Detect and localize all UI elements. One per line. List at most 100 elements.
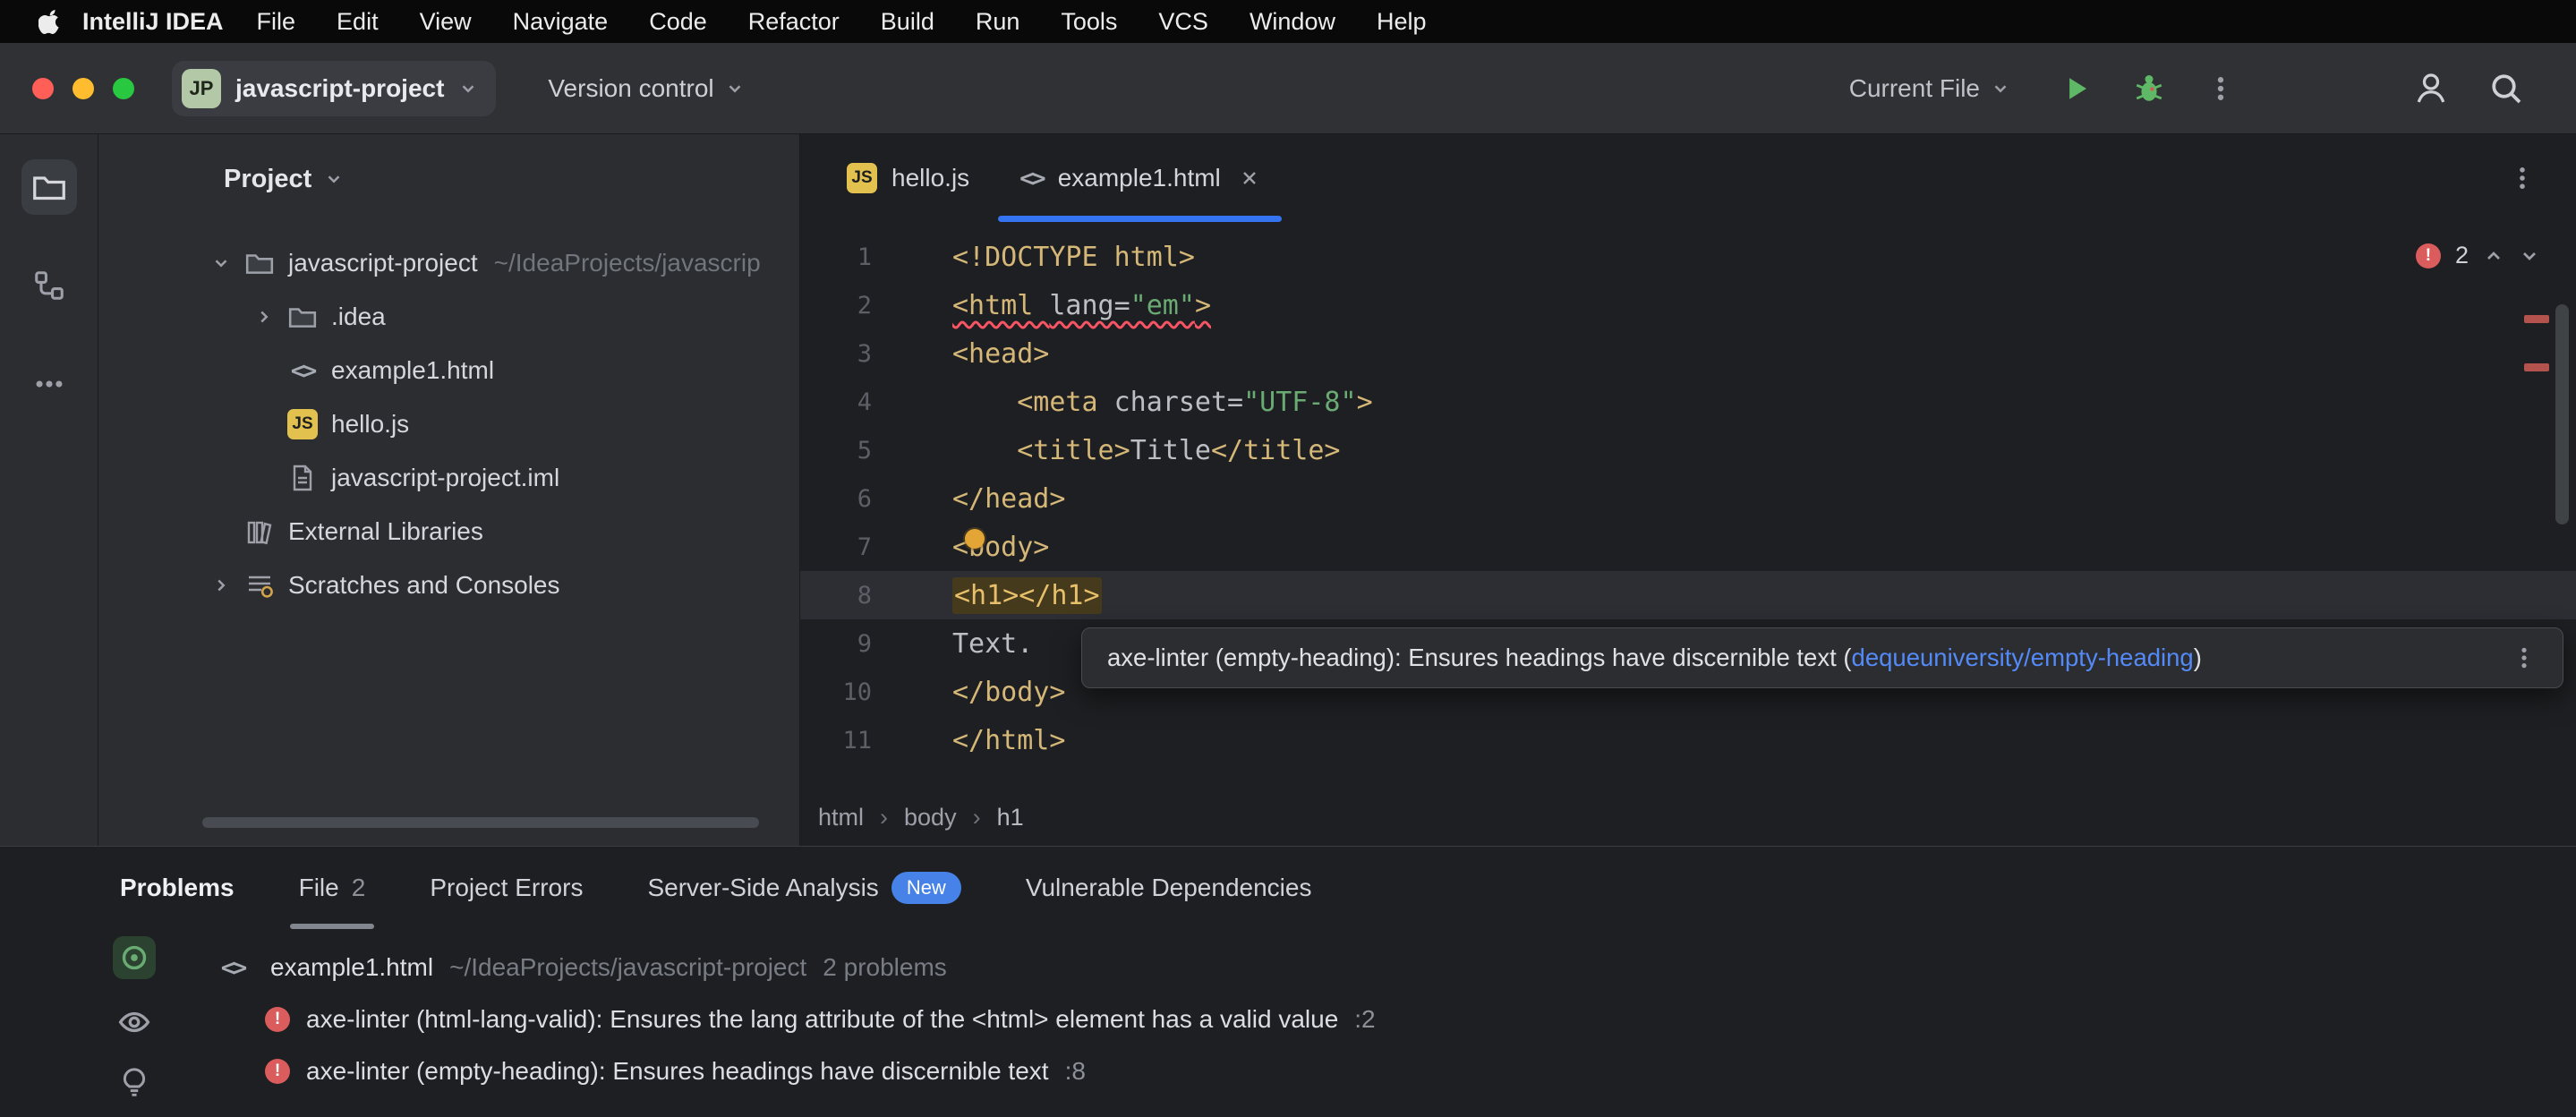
apple-menu-icon[interactable] <box>32 8 68 35</box>
tree-item-javascript-project[interactable]: javascript-project~/IdeaProjects/javascr… <box>98 236 799 290</box>
project-panel-header[interactable]: Project <box>98 134 799 224</box>
menubar-item-tools[interactable]: Tools <box>1040 8 1138 36</box>
breadcrumb-item-html[interactable]: html <box>818 804 864 831</box>
code-text: <html lang="em"> <box>872 290 1211 321</box>
html-icon: <> <box>281 357 324 385</box>
chevron-right-icon[interactable] <box>204 576 238 595</box>
close-tab-icon[interactable] <box>1239 167 1260 189</box>
error-stripe-mark[interactable] <box>2524 315 2549 323</box>
problems-file-group-row[interactable]: <> example1.html ~/IdeaProjects/javascri… <box>0 942 2576 993</box>
tool-window-button-project-folder[interactable] <box>21 159 77 215</box>
html-file-icon: <> <box>211 954 254 982</box>
next-problem-chevron-down-icon[interactable] <box>2519 245 2540 267</box>
lint-tooltip-link[interactable]: dequeuniversity/empty-heading <box>1852 644 2194 672</box>
js-icon: JS <box>847 163 877 193</box>
menubar-item-build[interactable]: Build <box>860 8 955 36</box>
more-actions-kebab-icon[interactable] <box>2205 73 2236 104</box>
code-text: <meta charset="UTF-8"> <box>872 387 1373 418</box>
line-number[interactable]: 10 <box>800 678 872 706</box>
lint-tooltip-suffix: ) <box>2194 644 2202 672</box>
problem-item-1[interactable]: !axe-linter (html-lang-valid): Ensures t… <box>0 993 2576 1045</box>
problems-tab-file[interactable]: File2 <box>299 847 366 929</box>
line-number[interactable]: 7 <box>800 533 872 561</box>
chevron-down-icon <box>725 79 745 98</box>
problems-file-summary: 2 problems <box>823 953 947 982</box>
editor-tab-example1-html[interactable]: <>example1.html <box>994 134 1285 222</box>
html-icon: <> <box>1019 165 1044 192</box>
code-editor[interactable]: 1<!DOCTYPE html>2<html lang="em">3<head>… <box>800 222 2576 789</box>
menubar-item-help[interactable]: Help <box>1356 8 1447 36</box>
code-token: <head> <box>952 338 1049 370</box>
problems-tab-vulnerable-dependencies[interactable]: Vulnerable Dependencies <box>1026 847 1312 929</box>
menubar-item-run[interactable]: Run <box>955 8 1041 36</box>
more-tool-windows-icon <box>32 367 66 401</box>
tree-item-javascript-project-iml[interactable]: javascript-project.iml <box>98 451 799 505</box>
problems-tabs: File2 Project Errors Server-Side AnalysisN… <box>299 847 1312 929</box>
problems-tab-count: 2 <box>352 874 366 902</box>
problems-file-path: ~/IdeaProjects/javascript-project <box>449 953 806 982</box>
breadcrumb-item-body[interactable]: body <box>904 804 957 831</box>
tool-window-button-more-tool-windows[interactable] <box>21 356 77 412</box>
editor-tab-hello-js[interactable]: JShello.js <box>822 134 994 222</box>
tree-item-label: javascript-project.iml <box>331 464 559 492</box>
editor-options-kebab-icon[interactable] <box>2508 164 2576 192</box>
problems-tab-server-side-analysis[interactable]: Server-Side AnalysisNew <box>647 847 960 929</box>
code-line-8: 8<h1></h1> <box>800 571 2576 619</box>
search-everywhere-icon[interactable] <box>2488 71 2524 107</box>
previous-problem-chevron-up-icon[interactable] <box>2483 245 2504 267</box>
menubar-item-edit[interactable]: Edit <box>316 8 399 36</box>
problems-file-name: example1.html <box>270 953 433 982</box>
line-number[interactable]: 11 <box>800 727 872 755</box>
preview-eye-icon[interactable] <box>113 1001 156 1044</box>
line-number[interactable]: 1 <box>800 243 872 271</box>
close-window-button[interactable] <box>32 78 54 99</box>
menubar-item-vcs[interactable]: VCS <box>1138 8 1229 36</box>
zoom-window-button[interactable] <box>113 78 134 99</box>
tree-item-example1-html[interactable]: <>example1.html <box>98 344 799 397</box>
tree-item-path: ~/IdeaProjects/javascrip <box>494 249 761 277</box>
menubar-item-file[interactable]: File <box>236 8 317 36</box>
run-configuration-selector[interactable]: Current File <box>1849 74 2010 103</box>
problem-item-2[interactable]: !axe-linter (empty-heading): Ensures hea… <box>0 1045 2576 1097</box>
horizontal-scrollbar[interactable] <box>202 817 759 828</box>
code-with-me-user-icon[interactable] <box>2413 71 2449 107</box>
quick-fix-lightbulb-icon[interactable] <box>113 1060 156 1103</box>
tree-item-idea[interactable]: .idea <box>98 290 799 344</box>
minimize-window-button[interactable] <box>73 78 94 99</box>
vcs-widget[interactable]: Version control <box>548 74 744 103</box>
line-number[interactable]: 5 <box>800 437 872 465</box>
inspections-widget[interactable]: ! 2 <box>2416 242 2540 269</box>
debug-button[interactable] <box>2132 72 2166 106</box>
vertical-scrollbar[interactable] <box>2555 304 2569 524</box>
line-number[interactable]: 4 <box>800 388 872 416</box>
tool-window-strip <box>0 134 98 846</box>
line-number[interactable]: 6 <box>800 485 872 513</box>
breadcrumb-item-h1[interactable]: h1 <box>997 804 1024 831</box>
tree-item-external-libraries[interactable]: External Libraries <box>98 505 799 558</box>
chevron-right-icon[interactable] <box>247 307 281 327</box>
menubar-item-navigate[interactable]: Navigate <box>492 8 629 36</box>
problems-tab-project-errors[interactable]: Project Errors <box>430 847 583 929</box>
menubar-item-view[interactable]: View <box>399 8 492 36</box>
project-switcher[interactable]: JP javascript-project <box>172 61 496 116</box>
line-number[interactable]: 3 <box>800 340 872 368</box>
line-number[interactable]: 9 <box>800 630 872 658</box>
tool-window-button-structure[interactable] <box>21 258 77 313</box>
tree-item-scratches-and-consoles[interactable]: Scratches and Consoles <box>98 558 799 612</box>
problem-location: :8 <box>1065 1057 1086 1086</box>
menubar-item-window[interactable]: Window <box>1229 8 1356 36</box>
vcs-label: Version control <box>548 74 713 103</box>
tooltip-kebab-icon[interactable] <box>2511 644 2538 671</box>
error-stripe-mark[interactable] <box>2524 363 2549 371</box>
menubar-item-refactor[interactable]: Refactor <box>728 8 860 36</box>
analyze-toggle-icon[interactable] <box>113 936 156 979</box>
menubar-item-code[interactable]: Code <box>628 8 728 36</box>
run-button[interactable] <box>2060 72 2093 105</box>
chevron-down-icon[interactable] <box>204 253 238 273</box>
line-number[interactable]: 8 <box>800 582 872 610</box>
tree-item-hello-js[interactable]: JShello.js <box>98 397 799 451</box>
menubar-app-name[interactable]: IntelliJ IDEA <box>82 8 224 36</box>
code-token: Text. <box>952 628 1033 660</box>
project-panel-title: Project <box>224 165 311 194</box>
line-number[interactable]: 2 <box>800 292 872 320</box>
